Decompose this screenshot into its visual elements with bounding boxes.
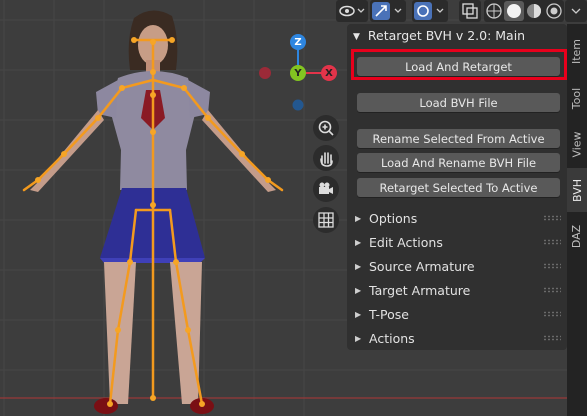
gizmo-dropdown[interactable] [370,0,406,22]
gizmo-z-label: Z [294,36,302,48]
drag-grip-icon[interactable] [543,263,561,269]
expand-arrow-icon: ▶ [355,309,362,319]
section-label: Options [369,210,418,226]
section-label: Actions [369,330,415,346]
tab-item[interactable]: Item [567,28,587,74]
hand-pan-icon [320,152,333,167]
expand-arrow-icon: ▶ [355,333,362,343]
expand-arrow-icon: ▶ [355,237,362,247]
gizmo-y-label: Y [294,67,302,79]
section-source-armature[interactable]: ▶ Source Armature [355,256,563,276]
visibility-dropdown[interactable] [336,0,368,22]
pan-tool-button[interactable] [313,145,339,171]
section-edit-actions[interactable]: ▶ Edit Actions [355,232,563,252]
section-label: Edit Actions [369,234,443,250]
tab-bvh[interactable]: BVH [567,168,587,212]
section-label: Source Armature [369,258,475,274]
shading-mode-group [484,0,564,22]
panel-header[interactable]: ▼ Retarget BVH v 2.0: Main [353,28,525,43]
zoom-icon [318,120,334,136]
rename-selected-from-active-button[interactable]: Rename Selected From Active [357,129,560,148]
drag-grip-icon[interactable] [543,287,561,293]
ortho-toggle-button[interactable] [313,207,339,233]
highlight-box [351,49,567,80]
xray-icon [462,3,478,19]
zoom-tool-button[interactable] [313,115,339,141]
section-label: T-Pose [369,306,409,322]
gizmo-x-axis[interactable]: X [321,65,337,81]
collapse-triangle-icon: ▼ [353,32,360,42]
expand-arrow-icon: ▶ [355,261,362,271]
expand-arrow-icon: ▶ [355,213,362,223]
xray-toggle[interactable] [459,0,481,22]
wireframe-shading-icon [486,3,502,19]
tab-tool[interactable]: Tool [567,76,587,120]
gizmo-icon [372,2,402,20]
drag-grip-icon[interactable] [543,215,561,221]
drag-grip-icon[interactable] [543,335,561,341]
grid-icon [318,212,334,228]
chevron-down-icon [571,8,581,14]
section-t-pose[interactable]: ▶ T-Pose [355,304,563,324]
gizmo-z-axis[interactable]: Z [290,34,306,50]
overlay-icon [414,2,444,20]
tab-view[interactable]: View [567,122,587,166]
rendered-shading-icon [546,3,562,19]
material-shading-icon [527,4,541,18]
section-actions[interactable]: ▶ Actions [355,328,563,348]
gizmo-y-axis[interactable]: Y [290,65,306,81]
sidebar-tabs: Item Tool View BVH DAZ [567,24,587,416]
camera-view-button[interactable] [313,176,339,202]
section-target-armature[interactable]: ▶ Target Armature [355,280,563,300]
drag-grip-icon[interactable] [543,239,561,245]
section-options[interactable]: ▶ Options [355,208,563,228]
tab-daz[interactable]: DAZ [567,214,587,258]
retarget-selected-to-active-button[interactable]: Retarget Selected To Active [357,178,560,197]
overlay-dropdown[interactable] [412,0,448,22]
panel-title: Retarget BVH v 2.0: Main [367,28,526,43]
expand-arrow-icon: ▶ [355,285,362,295]
visibility-icon [339,5,365,17]
shading-options-dropdown[interactable] [565,0,587,22]
camera-icon [319,182,333,194]
gizmo-x-label: X [325,67,333,79]
load-bvh-file-button[interactable]: Load BVH File [357,93,560,112]
load-and-rename-bvh-file-button[interactable]: Load And Rename BVH File [357,153,560,172]
solid-shading-icon [507,4,521,18]
drag-grip-icon[interactable] [543,311,561,317]
section-label: Target Armature [369,282,471,298]
